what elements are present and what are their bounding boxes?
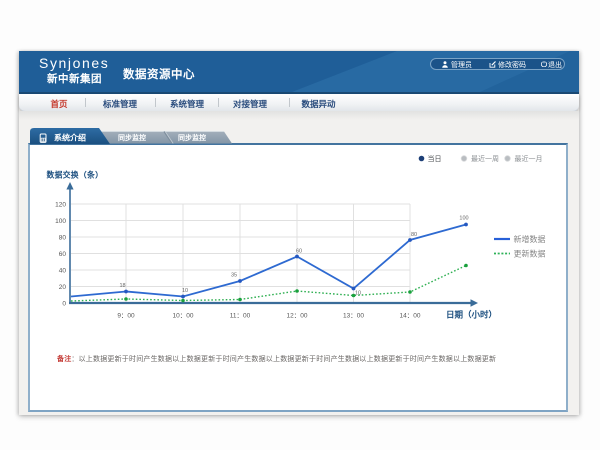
svg-text:14：00: 14：00: [400, 313, 421, 320]
svg-text:13：00: 13：00: [343, 313, 364, 320]
svg-text:20: 20: [59, 284, 67, 291]
svg-text:100: 100: [459, 216, 468, 222]
svg-text:0: 0: [62, 301, 66, 308]
svg-text:60: 60: [59, 251, 67, 258]
svg-text:当日: 当日: [428, 154, 442, 163]
svg-text:数据交换（条）: 数据交换（条）: [47, 170, 104, 180]
svg-text:80: 80: [59, 235, 67, 242]
svg-text:12：00: 12：00: [287, 313, 308, 320]
svg-text:18: 18: [119, 283, 125, 289]
svg-text:60: 60: [296, 249, 302, 255]
svg-text:35: 35: [231, 273, 237, 279]
svg-text:最近一月: 最近一月: [515, 154, 543, 163]
svg-text:40: 40: [59, 268, 67, 275]
svg-text:120: 120: [55, 202, 66, 209]
svg-text:10：00: 10：00: [173, 313, 194, 320]
svg-text:11：00: 11：00: [230, 313, 251, 320]
svg-text:最近一周: 最近一周: [471, 154, 499, 163]
svg-text:同步监控: 同步监控: [178, 133, 206, 142]
svg-text:100: 100: [55, 218, 66, 225]
svg-text:80: 80: [411, 232, 417, 238]
svg-text:日期（小时）: 日期（小时）: [446, 310, 497, 320]
svg-text:新增数据: 新增数据: [514, 234, 546, 244]
svg-text:系统介绍: 系统介绍: [54, 132, 86, 142]
svg-text:10: 10: [182, 288, 188, 294]
svg-text:10: 10: [355, 291, 361, 297]
svg-text:同步监控: 同步监控: [118, 133, 146, 142]
svg-text:更新数据: 更新数据: [514, 249, 546, 259]
svg-text:9：00: 9：00: [117, 313, 135, 320]
